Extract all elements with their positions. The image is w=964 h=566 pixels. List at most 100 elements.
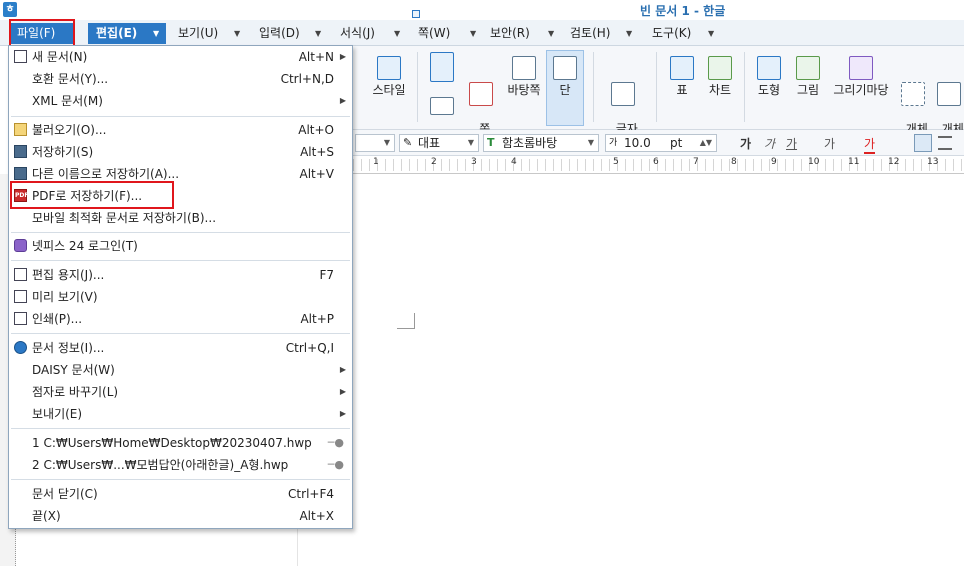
table-label: 표 [676,83,688,97]
shortcut-label: Alt+P [300,312,334,326]
shortcut-label: Alt+V [299,167,334,181]
font-color-button[interactable]: 가 [864,135,876,154]
menu-item-recent-2[interactable]: 2 C:₩Users₩...₩모범답안(아래한글)_A형.hwp ─● [9,454,352,476]
folder-open-icon [14,123,27,136]
page-view-button[interactable] [422,52,462,86]
chevron-down-icon: ▼ [383,138,390,147]
menu-insert[interactable]: 입력(D) ▼ [255,23,325,44]
font-select-value: 함초롬바탕 [502,136,558,150]
pin-icon[interactable]: ─● [328,454,344,476]
chevron-right-icon: ▶ [339,96,346,105]
menu-item-recent-1[interactable]: 1 C:₩Users₩Home₩Desktop₩20230407.hwp ─● [9,432,352,454]
menu-review[interactable]: 검토(H) ▼ [566,23,636,44]
master-page-button[interactable]: 바탕쪽 [502,56,546,97]
menu-tools-label: 도구(K) [652,26,692,40]
align-left-icon[interactable] [938,136,952,150]
align-justify-icon[interactable] [914,134,932,152]
ruler-number: 13 [927,157,939,167]
menu-format[interactable]: 서식(J) ▼ [336,23,406,44]
font-size-input[interactable]: 가 10.0 pt ▲▼ [605,134,717,152]
menu-page[interactable]: 쪽(W) ▼ [414,23,482,44]
menu-item-compat-doc[interactable]: 호환 문서(Y)... Ctrl+N,D [9,68,352,90]
ruler[interactable]: 1 2 3 4 5 6 7 8 9 10 11 12 13 [353,156,964,174]
menu-item-netffice-login[interactable]: 넷피스 24 로그인(T) [9,235,352,257]
toolbar-separator [417,52,418,122]
drawing-gallery-button[interactable]: 그리기마당 [830,56,892,97]
style-select[interactable]: ✎ 대표 ▼ [399,134,479,152]
ruler-number: 11 [848,157,860,167]
chart-icon [708,56,732,80]
chevron-right-icon: ▶ [339,387,346,396]
menu-tools[interactable]: 도구(K) ▼ [648,23,720,44]
chart-button[interactable]: 차트 [702,56,738,97]
table-button[interactable]: 표 [664,56,700,97]
menu-view[interactable]: 보기(U) ▼ [174,23,244,44]
shortcut-label: Alt+X [299,509,334,523]
menu-item-braille[interactable]: 점자로 바꾸기(L) ▶ [9,381,352,403]
menu-view-label: 보기(U) [178,26,219,40]
hancom-icon[interactable]: ㅎ [3,2,17,17]
menu-item-page-setup[interactable]: 편집 용지(J)... F7 [9,264,352,286]
italic-button[interactable]: 가 [764,135,775,152]
file-menu: 새 문서(N) Alt+N ▶ 호환 문서(Y)... Ctrl+N,D XML… [8,45,353,529]
menu-item-exit[interactable]: 끝(X) Alt+X [9,505,352,527]
master-page-icon [512,56,536,80]
font-size-icon: 가 [609,138,618,148]
style-button[interactable]: 스타일 [367,56,411,97]
menu-bar: 파일(F) 편집(E) ▼ 보기(U) ▼ 입력(D) ▼ 서식(J) ▼ 쪽(… [0,20,964,46]
shape-icon [757,56,781,80]
picture-button[interactable]: 그림 [790,56,826,97]
menu-item-save-mobile[interactable]: 모바일 최적화 문서로 저장하기(B)... [9,207,352,229]
chevron-right-icon: ▶ [339,365,346,374]
object-select-icon [901,82,925,106]
bold-button[interactable]: 가 [740,135,751,152]
page-corner-mark [397,313,415,329]
menu-item-label: 불러오기(O)... [32,123,107,137]
columns-label: 단 [559,83,571,97]
save-as-icon [14,167,27,180]
menu-item-daisy[interactable]: DAISY 문서(W) ▶ [9,359,352,381]
page-list-button[interactable] [422,97,462,119]
indent-marker[interactable] [412,10,420,18]
ruler-number: 4 [511,157,517,167]
chevron-down-icon: ▼ [467,138,474,147]
paragraph-dropdown[interactable]: ▼ [355,134,395,152]
menu-edit[interactable]: 편집(E) ▼ [88,23,166,44]
menu-separator [11,333,350,334]
shortcut-label: Ctrl+N,D [280,72,334,86]
chevron-down-icon: ▼ [587,138,594,147]
menu-item-save[interactable]: 저장하기(S) Alt+S [9,141,352,163]
menu-item-print[interactable]: 인쇄(P)... Alt+P [9,308,352,330]
shape-button[interactable]: 도형 [751,56,787,97]
menu-security[interactable]: 보안(R) ▼ [486,23,558,44]
toolbar-separator [656,52,657,122]
chart-label: 차트 [708,83,732,97]
underline-button[interactable]: 가 [786,135,797,152]
menu-item-label: 끝(X) [32,509,61,523]
pin-icon[interactable]: ─● [328,432,344,454]
columns-button[interactable]: 단 [546,56,584,97]
menu-item-doc-info[interactable]: 문서 정보(I)... Ctrl+Q,I [9,337,352,359]
chevron-updown-icon: ▲▼ [699,138,712,147]
strikethrough-button[interactable]: 가 [824,135,835,152]
ruler-number: 12 [888,157,900,167]
highlight-save-pdf [10,181,174,209]
menu-item-label: 호환 문서(Y)... [32,72,109,86]
toolbar-separator [744,52,745,122]
menu-item-label: 문서 닫기(C) [32,487,98,501]
style-select-value: 대표 [418,136,441,150]
info-icon [14,341,27,354]
ruler-number: 3 [471,157,477,167]
page-icon [430,52,454,82]
font-select[interactable]: T 함초롬바탕 ▼ [483,134,599,152]
butterfly-icon [849,56,873,80]
menu-item-new-doc[interactable]: 새 문서(N) Alt+N ▶ [9,46,352,68]
menu-item-preview[interactable]: 미리 보기(V) [9,286,352,308]
ruler-number: 6 [653,157,659,167]
menu-item-xml-doc[interactable]: XML 문서(M) ▶ [9,90,352,112]
menu-item-close-doc[interactable]: 문서 닫기(C) Ctrl+F4 [9,483,352,505]
ruler-number: 1 [373,157,379,167]
menu-item-open[interactable]: 불러오기(O)... Alt+O [9,119,352,141]
menu-item-send[interactable]: 보내기(E) ▶ [9,403,352,425]
shortcut-label: F7 [319,268,334,282]
